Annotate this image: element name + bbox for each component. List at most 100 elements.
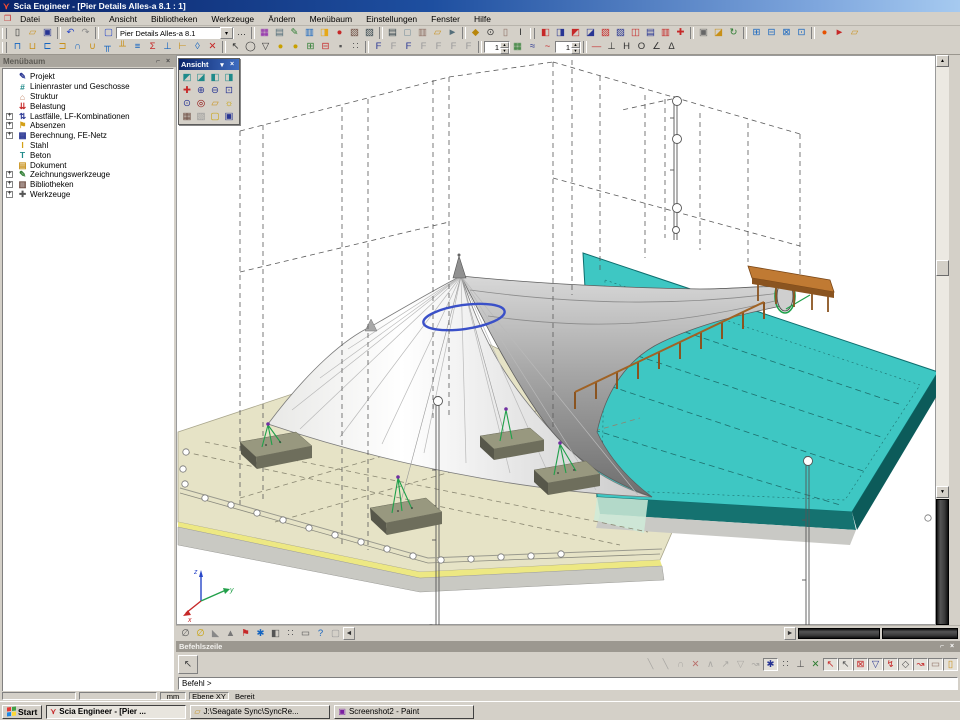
status-unit[interactable]: mm bbox=[160, 692, 186, 700]
viewport-3d-scene[interactable]: z y x bbox=[176, 55, 936, 625]
menu-hilfe[interactable]: Hilfe bbox=[467, 13, 498, 25]
move-node-icon[interactable]: ✚ bbox=[673, 27, 688, 40]
node-icon[interactable]: ╥ bbox=[100, 41, 115, 54]
midpoint-snap-icon[interactable]: ◇ bbox=[898, 658, 913, 671]
column-icon[interactable]: ⊔ bbox=[25, 41, 40, 54]
loadcase-window-2-icon[interactable]: F bbox=[386, 41, 401, 54]
member-tool-9-icon[interactable]: ▥ bbox=[658, 27, 673, 40]
pointer-tool-icon[interactable]: ► bbox=[832, 27, 847, 40]
member-tool-4-icon[interactable]: ◪ bbox=[583, 27, 598, 40]
sidebar-item-lastfaelle[interactable]: ⇅ Lastfälle, LF-Kombinationen bbox=[3, 111, 173, 121]
menu-fenster[interactable]: Fenster bbox=[424, 13, 467, 25]
menu-datei[interactable]: Datei bbox=[13, 13, 47, 25]
panel-close-icon[interactable]: × bbox=[163, 57, 173, 66]
clip-plane-icon[interactable]: ∅ bbox=[193, 627, 208, 640]
toolbar-grip[interactable] bbox=[2, 42, 7, 53]
view-store-1-icon[interactable]: ▦ bbox=[180, 110, 194, 123]
cascade-window-2-icon[interactable]: ⊟ bbox=[764, 27, 779, 40]
expand-box[interactable] bbox=[6, 122, 13, 129]
hinge-icon[interactable]: ⊢ bbox=[175, 41, 190, 54]
scroll-up-icon[interactable]: ▲ bbox=[936, 55, 949, 67]
line-tool-icon[interactable]: — bbox=[589, 41, 604, 54]
zoom-in-icon[interactable]: ⊕ bbox=[194, 84, 208, 97]
select-polygon-icon[interactable]: ▽ bbox=[258, 41, 273, 54]
polygon-snap-icon[interactable]: ▽ bbox=[868, 658, 883, 671]
menu-bearbeiten[interactable]: Bearbeiten bbox=[47, 13, 102, 25]
beam-icon[interactable]: ⊓ bbox=[10, 41, 25, 54]
loadcase-window-5-icon[interactable]: F bbox=[431, 41, 446, 54]
circle-tool-icon[interactable]: O bbox=[634, 41, 649, 54]
panel-pin-icon[interactable]: ⌐ bbox=[153, 57, 163, 66]
new-icon[interactable]: ▯ bbox=[10, 27, 25, 40]
sidebar-item-struktur[interactable]: ⌂ Struktur bbox=[3, 92, 173, 102]
support-icon[interactable]: ╨ bbox=[115, 41, 130, 54]
snap-direction-icon[interactable]: ↗ bbox=[718, 658, 733, 671]
task-explorer-folder[interactable]: ▱ J:\Seagate Sync\SyncRe... bbox=[190, 705, 330, 719]
member-tool-3-icon[interactable]: ◩ bbox=[568, 27, 583, 40]
gallery-icon[interactable]: ▤ bbox=[272, 27, 287, 40]
viewport-scroll-right-button[interactable]: ► bbox=[784, 627, 796, 640]
tangent-snap-icon[interactable]: ↝ bbox=[913, 658, 928, 671]
ansicht-palette-title[interactable]: Ansicht ▾ × bbox=[179, 59, 239, 70]
expand-box[interactable] bbox=[6, 113, 13, 120]
import-view-icon[interactable]: ◪ bbox=[711, 27, 726, 40]
wireframe-window-icon[interactable]: ▢ bbox=[208, 110, 222, 123]
snap-arc-icon[interactable]: ∩ bbox=[673, 658, 688, 671]
sidebar-item-zeichnungswerkzeuge[interactable]: ✎ Zeichnungswerkzeuge bbox=[3, 170, 173, 180]
menu-ansicht[interactable]: Ansicht bbox=[102, 13, 144, 25]
cursor-mode-button[interactable]: ↖ bbox=[178, 655, 198, 674]
dimension-tool-icon[interactable]: ∆ bbox=[664, 41, 679, 54]
sidebar-item-dokument[interactable]: ▤ Dokument bbox=[3, 160, 173, 170]
snowflake-icon[interactable]: ✱ bbox=[253, 627, 268, 640]
snap-endline-icon[interactable]: ╲ bbox=[658, 658, 673, 671]
ruler-snap-icon[interactable]: ▭ bbox=[928, 658, 943, 671]
sidebar-item-absenzen[interactable]: ⚑ Absenzen bbox=[3, 121, 173, 131]
cascade-window-3-icon[interactable]: ⊠ bbox=[779, 27, 794, 40]
start-button[interactable]: Start bbox=[2, 705, 42, 719]
member-tool-1-icon[interactable]: ◧ bbox=[538, 27, 553, 40]
plain-window-icon[interactable]: ▢ bbox=[328, 627, 343, 640]
view-axo-2-icon[interactable]: ◪ bbox=[194, 71, 208, 84]
lightning-snap-icon[interactable]: ↯ bbox=[883, 658, 898, 671]
toolbar-grip[interactable] bbox=[530, 28, 535, 39]
note-icon[interactable]: ▭ bbox=[298, 627, 313, 640]
clip-box-icon[interactable]: ∅ bbox=[178, 627, 193, 640]
dots-icon[interactable]: ∷ bbox=[348, 41, 363, 54]
sidebar-item-stahl[interactable]: I Stahl bbox=[3, 141, 173, 151]
print-preview-icon[interactable]: ◻ bbox=[400, 27, 415, 40]
print-icon[interactable]: ▤ bbox=[385, 27, 400, 40]
material-icon[interactable]: ◊ bbox=[190, 41, 205, 54]
cascade-window-4-icon[interactable]: ⊡ bbox=[794, 27, 809, 40]
activity-icon[interactable]: ▦ bbox=[510, 41, 525, 54]
copy-sheet-icon[interactable]: ▥ bbox=[302, 27, 317, 40]
picture-window-icon[interactable]: ▧ bbox=[347, 27, 362, 40]
small-square-icon[interactable]: ▪ bbox=[333, 41, 348, 54]
title-bar[interactable]: ⋎ Scia Engineer - [Pier Details Alles-a … bbox=[0, 0, 960, 12]
zoom-out-icon[interactable]: ⊖ bbox=[208, 84, 222, 97]
command-input[interactable]: Befehl > bbox=[178, 677, 958, 690]
member-tool-6-icon[interactable]: ▨ bbox=[613, 27, 628, 40]
opening-icon[interactable]: ∪ bbox=[85, 41, 100, 54]
zoom-selection-icon[interactable]: ◎ bbox=[194, 97, 208, 110]
select-cursor-icon[interactable]: ↖ bbox=[228, 41, 243, 54]
shell-icon[interactable]: ⊐ bbox=[55, 41, 70, 54]
visibility-folder-icon[interactable]: ▱ bbox=[208, 97, 222, 110]
view-axo-3-icon[interactable]: ◧ bbox=[208, 71, 222, 84]
dark-scroll-bar-2[interactable] bbox=[882, 628, 958, 639]
ruler-icon[interactable]: ◣ bbox=[208, 627, 223, 640]
plate-icon[interactable]: ⊏ bbox=[40, 41, 55, 54]
table-window-icon[interactable]: ▨ bbox=[362, 27, 377, 40]
undo-icon[interactable]: ↶ bbox=[63, 27, 78, 40]
viewport-vscrollbar[interactable]: ▲ ▼ bbox=[936, 55, 949, 499]
member-tool-2-icon[interactable]: ◨ bbox=[553, 27, 568, 40]
loadcase-window-4-icon[interactable]: F bbox=[416, 41, 431, 54]
save-view-icon[interactable]: ▣ bbox=[696, 27, 711, 40]
vscrollbar-thumb[interactable] bbox=[936, 260, 949, 276]
scroll-down-icon[interactable]: ▼ bbox=[936, 486, 949, 498]
light-bulb-icon[interactable]: ☼ bbox=[222, 97, 236, 110]
dark-scroll-bar-1[interactable] bbox=[798, 628, 880, 639]
key-icon[interactable]: ◆ bbox=[468, 27, 483, 40]
endpoint-snap-icon[interactable]: ✕ bbox=[808, 658, 823, 671]
text-cursor-icon[interactable]: I bbox=[513, 27, 528, 40]
member-tool-7-icon[interactable]: ◫ bbox=[628, 27, 643, 40]
